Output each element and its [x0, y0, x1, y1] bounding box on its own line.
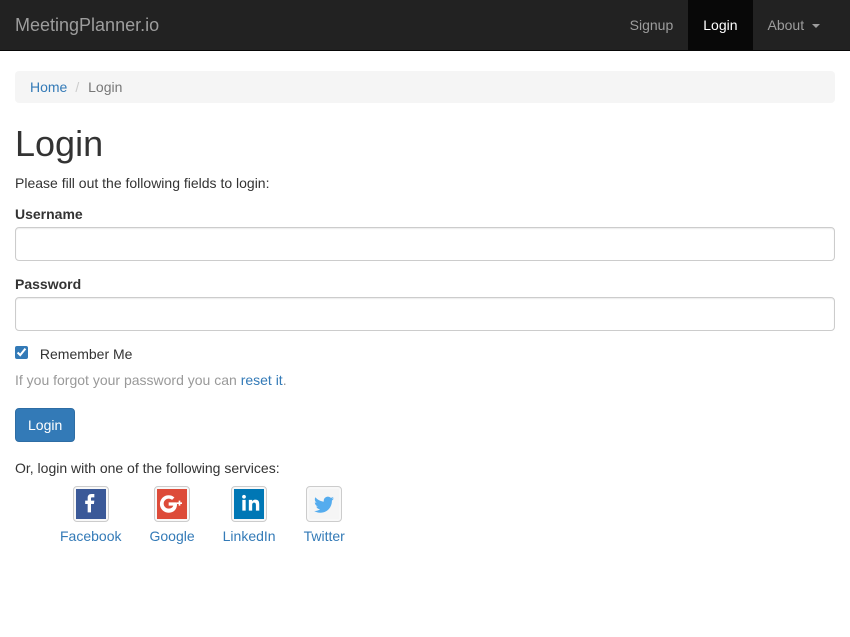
login-form: Username Password Remember Me If you for…	[15, 206, 835, 442]
linkedin-login-link[interactable]: LinkedIn	[223, 486, 276, 544]
social-item-linkedin: LinkedIn	[223, 486, 276, 544]
signup-link[interactable]: Signup	[615, 0, 689, 50]
facebook-label: Facebook	[60, 528, 121, 544]
brand-link[interactable]: MeetingPlanner.io	[15, 0, 159, 50]
password-input[interactable]	[15, 297, 835, 331]
twitter-icon	[306, 486, 342, 522]
username-label: Username	[15, 206, 83, 222]
about-label: About	[768, 17, 805, 33]
breadcrumb: Home Login	[15, 71, 835, 103]
linkedin-icon	[231, 486, 267, 522]
about-dropdown[interactable]: About	[753, 0, 835, 50]
forgot-password-hint: If you forgot your password you can rese…	[15, 372, 835, 388]
social-login-prompt: Or, login with one of the following serv…	[15, 460, 835, 476]
navbar: MeetingPlanner.io Signup Login About	[0, 0, 850, 51]
nav-item-login: Login	[688, 0, 752, 50]
google-plus-icon	[154, 486, 190, 522]
forgot-prefix: If you forgot your password you can	[15, 372, 241, 388]
page-subtitle: Please fill out the following fields to …	[15, 175, 835, 191]
social-item-facebook: Facebook	[60, 486, 121, 544]
social-providers-list: Facebook Google LinkedIn	[15, 486, 835, 544]
google-label: Google	[149, 528, 194, 544]
nav-item-about: About	[753, 0, 835, 50]
social-item-google: Google	[149, 486, 194, 544]
chevron-down-icon	[812, 24, 820, 28]
social-item-twitter: Twitter	[304, 486, 345, 544]
forgot-suffix: .	[283, 372, 287, 388]
reset-password-link[interactable]: reset it	[241, 372, 283, 388]
google-login-link[interactable]: Google	[149, 486, 194, 544]
facebook-icon	[73, 486, 109, 522]
breadcrumb-current: Login	[67, 79, 122, 95]
breadcrumb-home-link[interactable]: Home	[30, 79, 67, 95]
login-button[interactable]: Login	[15, 408, 75, 442]
nav-item-signup: Signup	[615, 0, 689, 50]
username-input[interactable]	[15, 227, 835, 261]
linkedin-label: LinkedIn	[223, 528, 276, 544]
login-link[interactable]: Login	[688, 0, 752, 50]
remember-me-checkbox[interactable]	[15, 346, 28, 359]
password-label: Password	[15, 276, 81, 292]
remember-me-wrap[interactable]: Remember Me	[15, 346, 132, 362]
twitter-label: Twitter	[304, 528, 345, 544]
remember-me-label: Remember Me	[40, 346, 133, 362]
facebook-login-link[interactable]: Facebook	[60, 486, 121, 544]
twitter-login-link[interactable]: Twitter	[304, 486, 345, 544]
page-title: Login	[15, 123, 835, 165]
navbar-nav: Signup Login About	[615, 0, 835, 50]
